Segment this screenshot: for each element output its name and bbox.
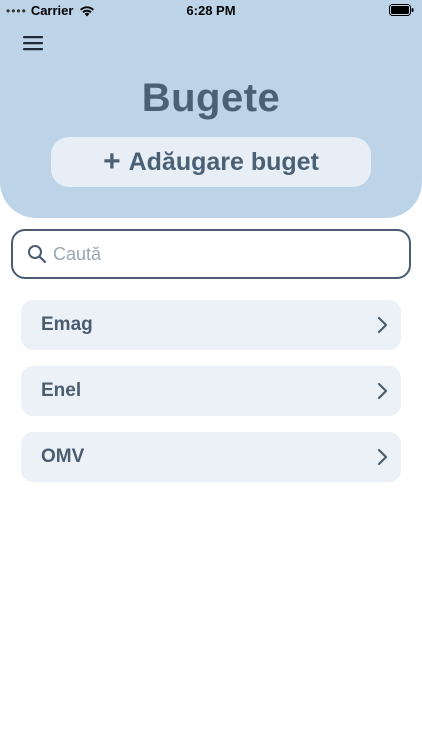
list-item[interactable]: Enel	[21, 366, 401, 416]
chevron-right-icon	[377, 382, 389, 400]
budget-list: Emag Enel OMV	[21, 300, 401, 498]
list-item-label: Emag	[41, 314, 93, 335]
search-box[interactable]	[11, 229, 411, 279]
list-item[interactable]: OMV	[21, 432, 401, 482]
list-item-label: OMV	[41, 446, 85, 467]
battery-icon	[389, 4, 414, 19]
budgets-screen: •••• Carrier 6:28 PM Bugete + Adăugare b…	[0, 0, 422, 750]
list-item[interactable]: Emag	[21, 300, 401, 350]
add-budget-label: Adăugare buget	[128, 147, 319, 176]
search-icon	[27, 244, 47, 264]
hamburger-menu-button[interactable]	[22, 34, 44, 52]
list-item-label: Enel	[41, 380, 82, 401]
hamburger-icon	[23, 36, 43, 51]
add-budget-button[interactable]: + Adăugare buget	[51, 137, 371, 187]
status-time: 6:28 PM	[186, 3, 236, 18]
chevron-right-icon	[377, 448, 389, 466]
plus-icon: +	[103, 145, 121, 178]
page-title: Bugete	[141, 76, 281, 120]
status-bar: •••• Carrier 6:28 PM	[0, 0, 422, 22]
chevron-right-icon	[377, 316, 389, 334]
search-input[interactable]	[53, 243, 383, 265]
